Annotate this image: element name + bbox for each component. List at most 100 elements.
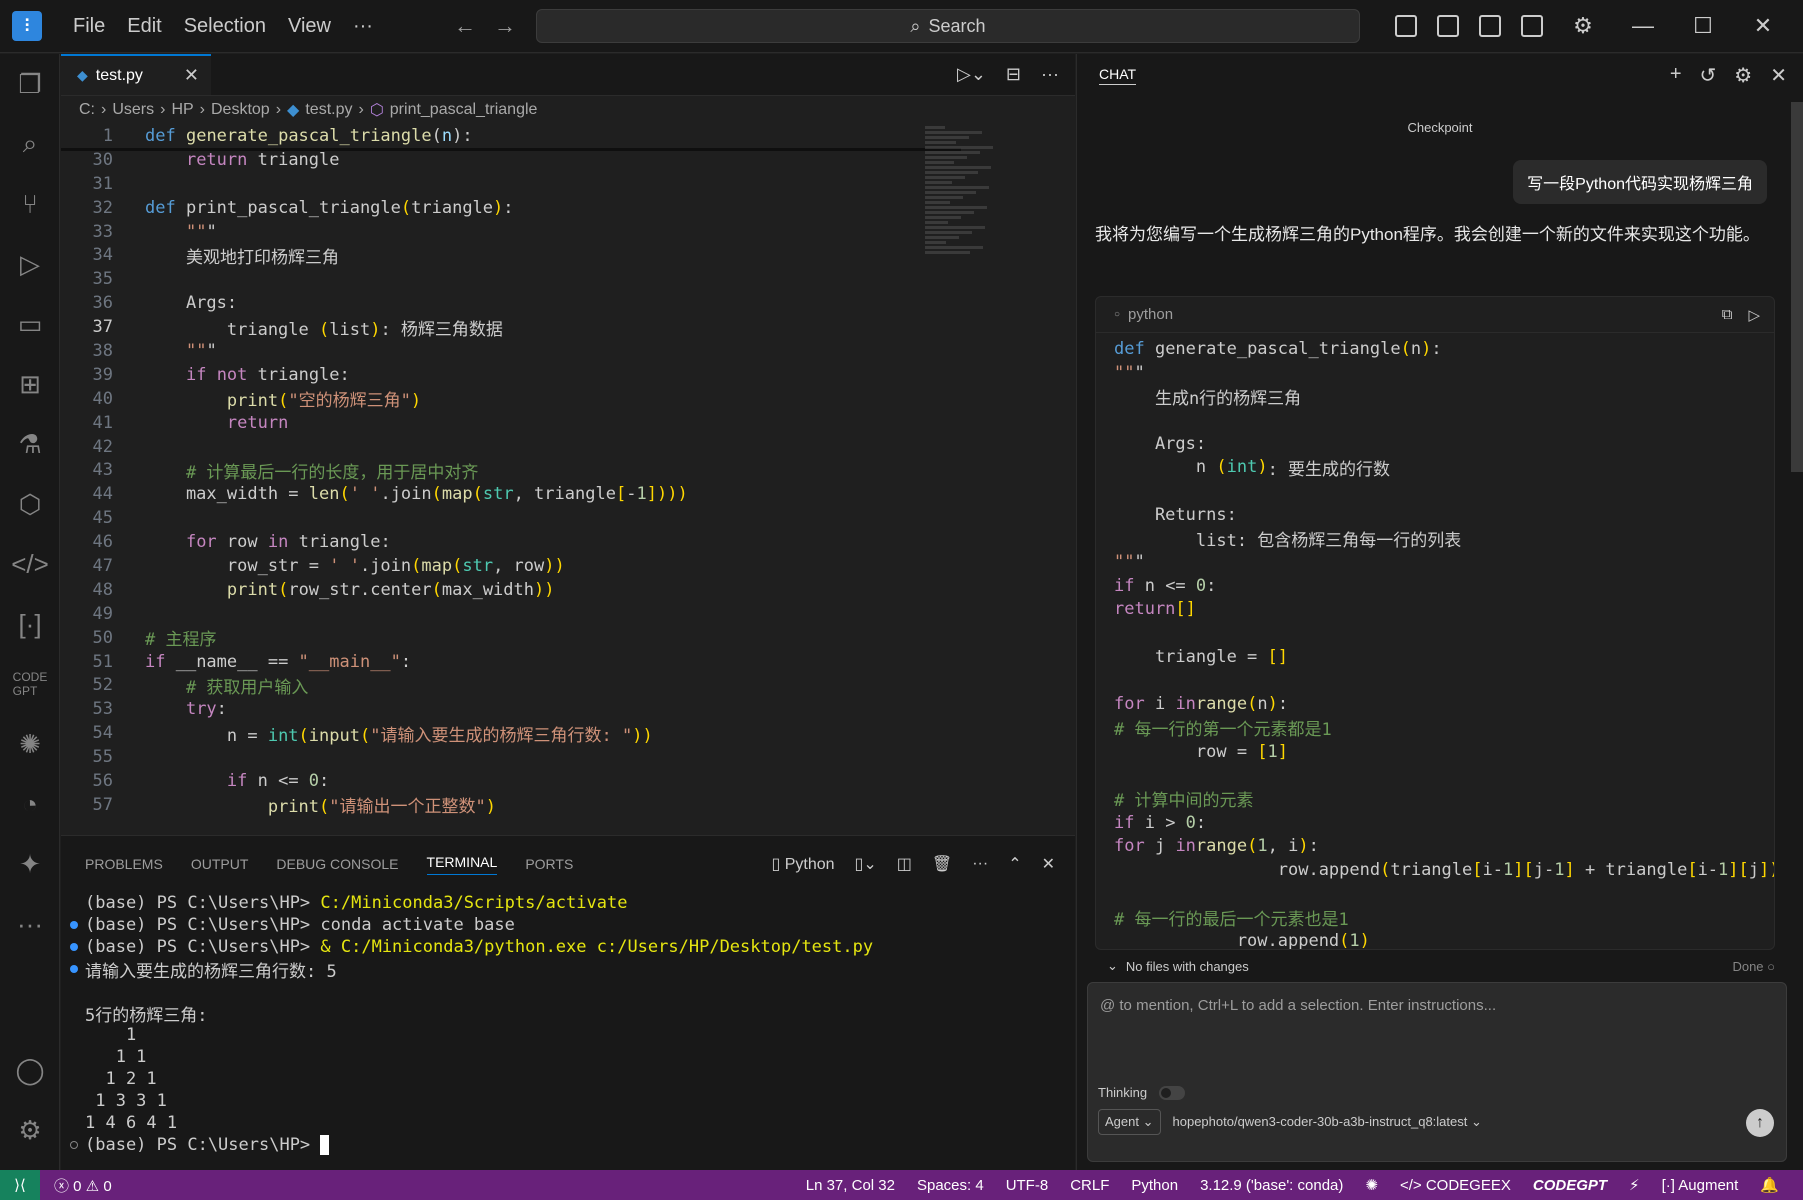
explorer-icon[interactable]: ❐ [0, 54, 60, 114]
close-window-button[interactable]: ✕ [1743, 13, 1783, 39]
code-line[interactable]: 39 if not triangle: [61, 363, 1075, 387]
code-line[interactable]: 34 美观地打印杨辉三角 [61, 243, 1075, 268]
language-mode[interactable]: Python [1131, 1177, 1178, 1194]
close-chat-icon[interactable]: ✕ [1770, 63, 1787, 88]
tab-debug-console[interactable]: DEBUG CONSOLE [276, 856, 398, 872]
chat-input[interactable]: @ to mention, Ctrl+L to add a selection.… [1087, 982, 1787, 1162]
manage-gear-icon[interactable]: ⚙ [0, 1100, 60, 1160]
remote-explorer-icon[interactable]: ▭ [0, 294, 60, 354]
code-line[interactable]: 50 # 主程序 [61, 626, 1075, 651]
codegpt-status[interactable]: CODEGPT [1533, 1177, 1607, 1194]
copy-icon[interactable]: ⧉ [1722, 306, 1733, 324]
model-select[interactable]: hopephoto/qwen3-coder-30b-a3b-instruct_q… [1173, 1114, 1482, 1130]
code-line[interactable]: 54 n = int(input("请输入要生成的杨辉三角行数: ")) [61, 721, 1075, 746]
breadcrumb-item[interactable]: Users [112, 101, 154, 119]
remote-indicator-icon[interactable]: ⟩⟨ [0, 1170, 40, 1200]
split-editor-icon[interactable]: ⊟ [1006, 64, 1021, 85]
sticky-scroll-line[interactable]: 1 def generate_pascal_triangle(n): [61, 124, 1075, 148]
maximize-panel-icon[interactable]: ⌃ [1008, 854, 1021, 874]
new-terminal-icon[interactable]: ▯⌄ [855, 854, 877, 874]
extensions-icon[interactable]: ⊞ [0, 354, 60, 414]
more-actions-icon[interactable]: ··· [1041, 64, 1059, 85]
toggle-sidebar-icon[interactable] [1437, 15, 1459, 37]
code-line[interactable]: 52 # 获取用户输入 [61, 673, 1075, 698]
code-line[interactable]: 47 row_str = ' '.join(map(str, row)) [61, 554, 1075, 578]
code-line[interactable]: 49 [61, 602, 1075, 626]
code-line[interactable]: 36 Args: [61, 291, 1075, 315]
code-line[interactable]: 43 # 计算最后一行的长度，用于居中对齐 [61, 458, 1075, 483]
apply-icon[interactable]: ▷ [1748, 306, 1760, 324]
forward-arrow-icon[interactable]: → [494, 13, 516, 39]
chat-settings-icon[interactable]: ⚙ [1734, 63, 1752, 88]
tab-problems[interactable]: PROBLEMS [85, 856, 163, 872]
new-chat-icon[interactable]: + [1670, 63, 1682, 88]
cursor-position[interactable]: Ln 37, Col 32 [806, 1177, 895, 1194]
codegpt-icon[interactable]: CODE GPT [0, 654, 60, 714]
code-line[interactable]: 45 [61, 506, 1075, 530]
source-control-icon[interactable]: ⑂ [0, 174, 60, 234]
codegeex-status[interactable]: </> CODEGEEX [1400, 1177, 1511, 1194]
sparkle-icon[interactable]: ✦ [0, 834, 60, 894]
code-line[interactable]: 51 if __name__ == "__main__": [61, 650, 1075, 674]
openai-status-icon[interactable]: ✺ [1365, 1176, 1378, 1194]
code-line[interactable]: 46 for row in triangle: [61, 530, 1075, 554]
openai-icon[interactable]: ✺ [0, 714, 60, 774]
menu-file[interactable]: File [62, 15, 116, 38]
code-line[interactable]: 38 """ [61, 339, 1075, 363]
line-ending[interactable]: CRLF [1070, 1177, 1109, 1194]
breadcrumb-item[interactable]: C: [79, 101, 95, 119]
toggle-secondary-sidebar-icon[interactable] [1521, 15, 1543, 37]
run-debug-icon[interactable]: ▷ [0, 234, 60, 294]
code-line[interactable]: 40 print("空的杨辉三角") [61, 387, 1075, 412]
menu-more[interactable]: ··· [342, 15, 384, 38]
command-decoration-icon[interactable] [70, 965, 78, 973]
run-file-icon[interactable]: ▷⌄ [957, 64, 986, 85]
terminal[interactable]: (base) PS C:\Users\HP> C:/Miniconda3/Scr… [61, 892, 1075, 1156]
command-decoration-icon[interactable] [70, 1141, 78, 1149]
code-line[interactable]: 31 [61, 172, 1075, 196]
menu-selection[interactable]: Selection [173, 15, 277, 38]
search-icon[interactable]: ⌕ [0, 114, 60, 174]
more-icon[interactable]: ··· [972, 855, 988, 873]
code-editor[interactable]: 1 def generate_pascal_triangle(n): 30 re… [61, 124, 1075, 832]
toggle-panel-icon[interactable] [1479, 15, 1501, 37]
send-button[interactable]: ↑ [1746, 1109, 1774, 1137]
search-input[interactable]: ⌕ Search [535, 9, 1360, 43]
minimize-button[interactable]: — [1623, 13, 1663, 39]
breadcrumb-item[interactable]: print_pascal_triangle [390, 101, 538, 119]
code-line[interactable]: 53 try: [61, 697, 1075, 721]
plug-icon[interactable]: ⚡ [1629, 1176, 1640, 1194]
augment-icon[interactable]: [·] [0, 594, 60, 654]
checkpoint-label[interactable]: Checkpoint [1077, 120, 1803, 135]
code-line[interactable]: 33 """ [61, 220, 1075, 244]
augment-status[interactable]: [·] Augment [1662, 1177, 1739, 1194]
split-terminal-icon[interactable]: ◫ [897, 854, 912, 874]
code-line[interactable]: 42 [61, 435, 1075, 459]
python-interpreter[interactable]: 3.12.9 ('base': conda) [1200, 1177, 1343, 1194]
indentation[interactable]: Spaces: 4 [917, 1177, 984, 1194]
account-icon[interactable]: ◯ [0, 1040, 60, 1100]
thinking-toggle[interactable] [1159, 1085, 1186, 1100]
encoding[interactable]: UTF-8 [1006, 1177, 1049, 1194]
more-icon[interactable]: ··· [0, 894, 60, 954]
code-line[interactable]: 48 print(row_str.center(max_width)) [61, 578, 1075, 602]
codegeex-icon[interactable]: ⬡ [0, 474, 60, 534]
code-line[interactable]: 37 triangle (list): 杨辉三角数据 [61, 315, 1075, 340]
chat-title[interactable]: CHAT [1099, 66, 1137, 85]
menu-edit[interactable]: Edit [116, 15, 172, 38]
tab-output[interactable]: OUTPUT [191, 856, 249, 872]
chat-scrollbar[interactable] [1791, 102, 1803, 472]
command-decoration-icon[interactable] [70, 943, 78, 951]
history-icon[interactable]: ↺ [1700, 63, 1717, 88]
chevron-down-icon[interactable]: ⌄ [1107, 958, 1118, 974]
close-tab-icon[interactable]: ✕ [184, 65, 199, 86]
terminal-profile[interactable]: ▯ Python [771, 854, 834, 874]
tab-ports[interactable]: PORTS [525, 856, 573, 872]
code-line[interactable]: 56 if n <= 0: [61, 769, 1075, 793]
breadcrumb-item[interactable]: HP [171, 101, 193, 119]
code-line[interactable]: 55 [61, 745, 1075, 769]
problems-count[interactable]: ⓧ 0 ⚠ 0 [54, 1175, 112, 1196]
settings-gear-icon[interactable]: ⚙ [1563, 13, 1603, 39]
testing-icon[interactable]: ⚗ [0, 414, 60, 474]
gitlens-icon[interactable]: ◔ [0, 774, 60, 834]
